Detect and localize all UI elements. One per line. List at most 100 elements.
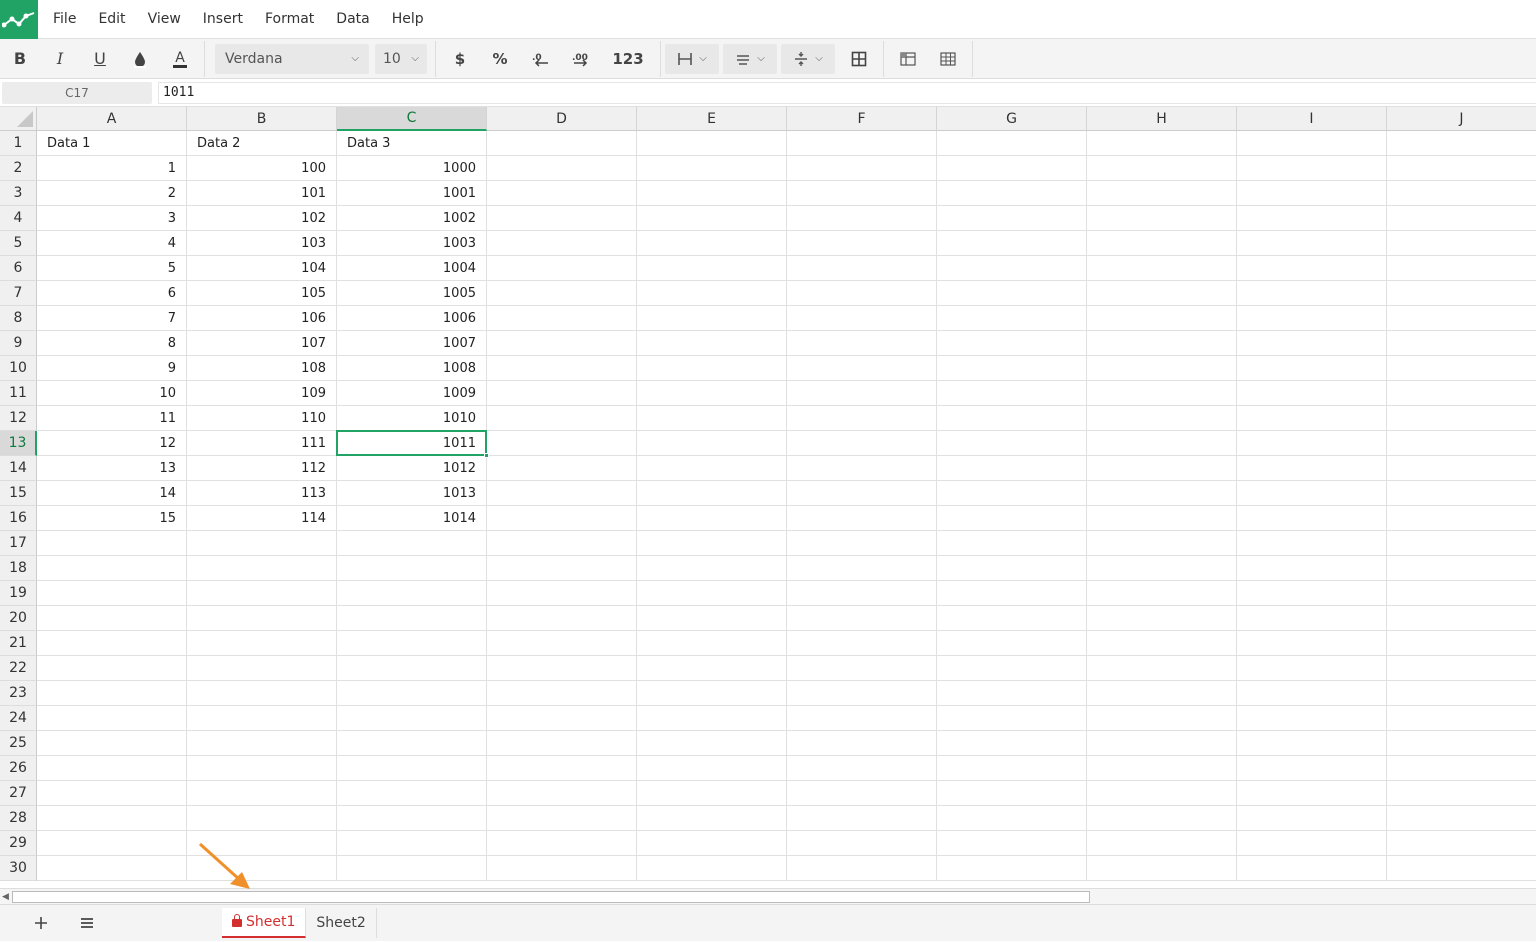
cell-i28[interactable] — [1237, 806, 1387, 831]
cell-b21[interactable] — [187, 631, 337, 656]
cell-c6[interactable]: 1004 — [337, 256, 487, 281]
spreadsheet-grid[interactable]: A B C D E F G H I J 1 Data 1 Data 2 Data 3 2 1 100 1000 3 2… — [0, 107, 1536, 888]
cell-a10[interactable]: 9 — [37, 356, 187, 381]
cell-e12[interactable] — [637, 406, 787, 431]
cell-i12[interactable] — [1237, 406, 1387, 431]
cell-h25[interactable] — [1087, 731, 1237, 756]
row-header-11[interactable]: 11 — [0, 381, 37, 406]
cell-d8[interactable] — [487, 306, 637, 331]
cell-d1[interactable] — [487, 131, 637, 156]
cell-a30[interactable] — [37, 856, 187, 881]
cell-f22[interactable] — [787, 656, 937, 681]
row-header-21[interactable]: 21 — [0, 631, 37, 656]
percent-format-button[interactable]: % — [480, 41, 520, 77]
cell-i13[interactable] — [1237, 431, 1387, 456]
column-header-i[interactable]: I — [1237, 107, 1387, 131]
scroll-left-icon[interactable]: ◀ — [2, 892, 9, 902]
sheet-tab-sheet1[interactable]: Sheet1 — [222, 908, 307, 938]
column-header-a[interactable]: A — [37, 107, 187, 131]
cell-j12[interactable] — [1387, 406, 1536, 431]
cell-a3[interactable]: 2 — [37, 181, 187, 206]
row-header-22[interactable]: 22 — [0, 656, 37, 681]
cell-a5[interactable]: 4 — [37, 231, 187, 256]
cell-b19[interactable] — [187, 581, 337, 606]
cell-f12[interactable] — [787, 406, 937, 431]
number-format-button[interactable]: 123 — [600, 41, 656, 77]
cell-e6[interactable] — [637, 256, 787, 281]
vertical-align-dropdown[interactable]: ⌵ — [723, 43, 777, 74]
cell-e20[interactable] — [637, 606, 787, 631]
cell-c21[interactable] — [337, 631, 487, 656]
column-header-h[interactable]: H — [1087, 107, 1237, 131]
cell-d17[interactable] — [487, 531, 637, 556]
cell-g26[interactable] — [937, 756, 1087, 781]
cell-c28[interactable] — [337, 806, 487, 831]
row-header-2[interactable]: 2 — [0, 156, 37, 181]
cell-i14[interactable] — [1237, 456, 1387, 481]
underline-button[interactable]: U — [80, 41, 120, 77]
cell-a21[interactable] — [37, 631, 187, 656]
cell-h6[interactable] — [1087, 256, 1237, 281]
cell-j19[interactable] — [1387, 581, 1536, 606]
cell-d2[interactable] — [487, 156, 637, 181]
cell-c2[interactable]: 1000 — [337, 156, 487, 181]
cell-j15[interactable] — [1387, 481, 1536, 506]
cell-e13[interactable] — [637, 431, 787, 456]
cell-h12[interactable] — [1087, 406, 1237, 431]
cell-d18[interactable] — [487, 556, 637, 581]
cell-d10[interactable] — [487, 356, 637, 381]
row-header-16[interactable]: 16 — [0, 506, 37, 531]
fill-color-button[interactable] — [120, 41, 160, 77]
cell-d20[interactable] — [487, 606, 637, 631]
cell-b26[interactable] — [187, 756, 337, 781]
cell-g16[interactable] — [937, 506, 1087, 531]
cell-b24[interactable] — [187, 706, 337, 731]
row-header-6[interactable]: 6 — [0, 256, 37, 281]
cell-i5[interactable] — [1237, 231, 1387, 256]
cell-g8[interactable] — [937, 306, 1087, 331]
cell-i10[interactable] — [1237, 356, 1387, 381]
cell-g10[interactable] — [937, 356, 1087, 381]
cell-h28[interactable] — [1087, 806, 1237, 831]
menu-edit[interactable]: Edit — [87, 0, 136, 39]
cell-h16[interactable] — [1087, 506, 1237, 531]
cell-h19[interactable] — [1087, 581, 1237, 606]
cell-g4[interactable] — [937, 206, 1087, 231]
cell-e17[interactable] — [637, 531, 787, 556]
cell-a2[interactable]: 1 — [37, 156, 187, 181]
cell-i11[interactable] — [1237, 381, 1387, 406]
cell-g22[interactable] — [937, 656, 1087, 681]
cell-i1[interactable] — [1237, 131, 1387, 156]
row-header-9[interactable]: 9 — [0, 331, 37, 356]
cell-j21[interactable] — [1387, 631, 1536, 656]
cell-a26[interactable] — [37, 756, 187, 781]
cell-f14[interactable] — [787, 456, 937, 481]
cell-d25[interactable] — [487, 731, 637, 756]
cell-h22[interactable] — [1087, 656, 1237, 681]
cell-h18[interactable] — [1087, 556, 1237, 581]
cell-a17[interactable] — [37, 531, 187, 556]
decrease-decimal-button[interactable]: .0 — [520, 41, 560, 77]
cell-f13[interactable] — [787, 431, 937, 456]
row-header-27[interactable]: 27 — [0, 781, 37, 806]
cell-h1[interactable] — [1087, 131, 1237, 156]
cell-e29[interactable] — [637, 831, 787, 856]
cell-d16[interactable] — [487, 506, 637, 531]
cell-d19[interactable] — [487, 581, 637, 606]
row-header-1[interactable]: 1 — [0, 131, 37, 156]
cell-a8[interactable]: 7 — [37, 306, 187, 331]
cell-a25[interactable] — [37, 731, 187, 756]
cell-i15[interactable] — [1237, 481, 1387, 506]
cell-i23[interactable] — [1237, 681, 1387, 706]
cell-e21[interactable] — [637, 631, 787, 656]
cell-j8[interactable] — [1387, 306, 1536, 331]
cell-h24[interactable] — [1087, 706, 1237, 731]
sheet-list-button[interactable] — [64, 905, 110, 942]
cell-b27[interactable] — [187, 781, 337, 806]
cell-b16[interactable]: 114 — [187, 506, 337, 531]
cell-e30[interactable] — [637, 856, 787, 881]
cell-j2[interactable] — [1387, 156, 1536, 181]
cell-f20[interactable] — [787, 606, 937, 631]
cell-c24[interactable] — [337, 706, 487, 731]
text-color-button[interactable]: A — [160, 41, 200, 77]
